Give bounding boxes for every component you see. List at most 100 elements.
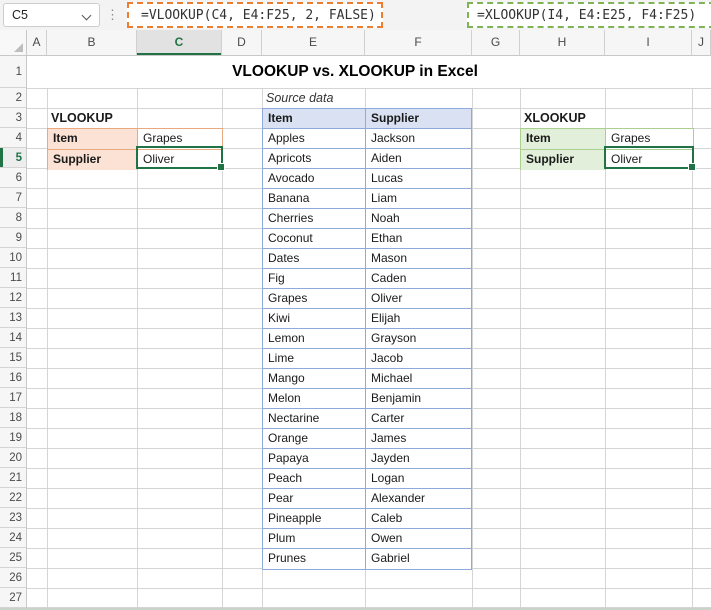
row-header-24[interactable]: 24: [0, 528, 26, 548]
xlookup-formula-annotation[interactable]: =XLOOKUP(I4, E4:E25, F4:F25): [467, 2, 711, 28]
row-header-20[interactable]: 20: [0, 448, 26, 468]
supplier-cell[interactable]: Caden: [366, 269, 471, 288]
item-cell[interactable]: Banana: [263, 189, 366, 208]
source-data-table[interactable]: Item Supplier Apples Jackson Apricots Aiden Av…: [262, 108, 472, 570]
column-header-e[interactable]: E: [262, 30, 365, 56]
item-cell[interactable]: Nectarine: [263, 409, 366, 428]
supplier-cell[interactable]: Ethan: [366, 229, 471, 248]
supplier-cell[interactable]: Logan: [366, 469, 471, 488]
row-header-7[interactable]: 7: [0, 188, 26, 208]
item-cell[interactable]: Coconut: [263, 229, 366, 248]
vlookup-label-supplier[interactable]: Supplier: [48, 150, 138, 170]
source-header-item[interactable]: Item: [263, 109, 366, 128]
table-row: Kiwi Elijah: [263, 309, 471, 329]
column-header-h[interactable]: H: [520, 30, 605, 56]
row-header-10[interactable]: 10: [0, 248, 26, 268]
row-header-11[interactable]: 11: [0, 268, 26, 288]
item-cell[interactable]: Dates: [263, 249, 366, 268]
xlookup-label-supplier[interactable]: Supplier: [521, 150, 606, 170]
item-cell[interactable]: Pineapple: [263, 509, 366, 528]
item-cell[interactable]: Lemon: [263, 329, 366, 348]
supplier-cell[interactable]: Carter: [366, 409, 471, 428]
item-cell[interactable]: Grapes: [263, 289, 366, 308]
column-header-a[interactable]: A: [27, 30, 47, 56]
row-header-19[interactable]: 19: [0, 428, 26, 448]
item-cell[interactable]: Kiwi: [263, 309, 366, 328]
column-header-d[interactable]: D: [222, 30, 262, 56]
table-row: Dates Mason: [263, 249, 471, 269]
supplier-cell[interactable]: Jacob: [366, 349, 471, 368]
supplier-cell[interactable]: Liam: [366, 189, 471, 208]
supplier-cell[interactable]: Grayson: [366, 329, 471, 348]
row-header-21[interactable]: 21: [0, 468, 26, 488]
supplier-cell[interactable]: Benjamin: [366, 389, 471, 408]
supplier-cell[interactable]: James: [366, 429, 471, 448]
row-header-25[interactable]: 25: [0, 548, 26, 568]
item-cell[interactable]: Mango: [263, 369, 366, 388]
table-row: Papaya Jayden: [263, 449, 471, 469]
item-cell[interactable]: Cherries: [263, 209, 366, 228]
supplier-cell[interactable]: Aiden: [366, 149, 471, 168]
chevron-down-icon[interactable]: [81, 10, 92, 21]
column-header-g[interactable]: G: [472, 30, 520, 56]
supplier-cell[interactable]: Elijah: [366, 309, 471, 328]
fill-handle-icon[interactable]: [217, 163, 225, 171]
supplier-cell[interactable]: Michael: [366, 369, 471, 388]
row-header-6[interactable]: 6: [0, 168, 26, 188]
item-cell[interactable]: Apricots: [263, 149, 366, 168]
supplier-cell[interactable]: Jayden: [366, 449, 471, 468]
xlookup-label-item[interactable]: Item: [521, 129, 606, 149]
supplier-cell[interactable]: Jackson: [366, 129, 471, 148]
item-cell[interactable]: Peach: [263, 469, 366, 488]
supplier-cell[interactable]: Lucas: [366, 169, 471, 188]
row-header-14[interactable]: 14: [0, 328, 26, 348]
row-header-13[interactable]: 13: [0, 308, 26, 328]
name-box[interactable]: C5: [3, 3, 100, 27]
item-cell[interactable]: Plum: [263, 529, 366, 548]
column-header-i[interactable]: I: [605, 30, 692, 56]
highlighted-cell-i5[interactable]: [604, 146, 696, 171]
item-cell[interactable]: Papaya: [263, 449, 366, 468]
fill-handle-icon[interactable]: [688, 163, 696, 171]
column-header-c[interactable]: C: [137, 30, 222, 56]
row-header-3[interactable]: 3: [0, 108, 26, 128]
row-header-17[interactable]: 17: [0, 388, 26, 408]
row-header-5[interactable]: 5: [0, 148, 26, 168]
item-cell[interactable]: Pear: [263, 489, 366, 508]
supplier-cell[interactable]: Gabriel: [366, 549, 471, 569]
row-header-18[interactable]: 18: [0, 408, 26, 428]
row-header-9[interactable]: 9: [0, 228, 26, 248]
item-cell[interactable]: Lime: [263, 349, 366, 368]
item-cell[interactable]: Apples: [263, 129, 366, 148]
supplier-cell[interactable]: Caleb: [366, 509, 471, 528]
row-header-8[interactable]: 8: [0, 208, 26, 228]
supplier-cell[interactable]: Owen: [366, 529, 471, 548]
item-cell[interactable]: Avocado: [263, 169, 366, 188]
row-header-16[interactable]: 16: [0, 368, 26, 388]
vlookup-formula-annotation[interactable]: =VLOOKUP(C4, E4:F25, 2, FALSE): [127, 2, 383, 28]
column-header-f[interactable]: F: [365, 30, 472, 56]
vlookup-label-item[interactable]: Item: [48, 129, 138, 149]
active-cell-c5[interactable]: [136, 146, 225, 171]
row-header-23[interactable]: 23: [0, 508, 26, 528]
item-cell[interactable]: Prunes: [263, 549, 366, 569]
column-header-b[interactable]: B: [47, 30, 137, 56]
row-header-27[interactable]: 27: [0, 588, 26, 608]
source-header-supplier[interactable]: Supplier: [366, 109, 471, 128]
column-header-j[interactable]: J: [692, 30, 711, 56]
item-cell[interactable]: Fig: [263, 269, 366, 288]
select-all-corner[interactable]: [0, 30, 27, 56]
row-header-12[interactable]: 12: [0, 288, 26, 308]
supplier-cell[interactable]: Alexander: [366, 489, 471, 508]
row-header-22[interactable]: 22: [0, 488, 26, 508]
supplier-cell[interactable]: Noah: [366, 209, 471, 228]
row-header-1[interactable]: 1: [0, 56, 26, 88]
item-cell[interactable]: Melon: [263, 389, 366, 408]
row-header-15[interactable]: 15: [0, 348, 26, 368]
item-cell[interactable]: Orange: [263, 429, 366, 448]
row-header-26[interactable]: 26: [0, 568, 26, 588]
row-header-4[interactable]: 4: [0, 128, 26, 148]
row-header-2[interactable]: 2: [0, 88, 26, 108]
supplier-cell[interactable]: Oliver: [366, 289, 471, 308]
supplier-cell[interactable]: Mason: [366, 249, 471, 268]
